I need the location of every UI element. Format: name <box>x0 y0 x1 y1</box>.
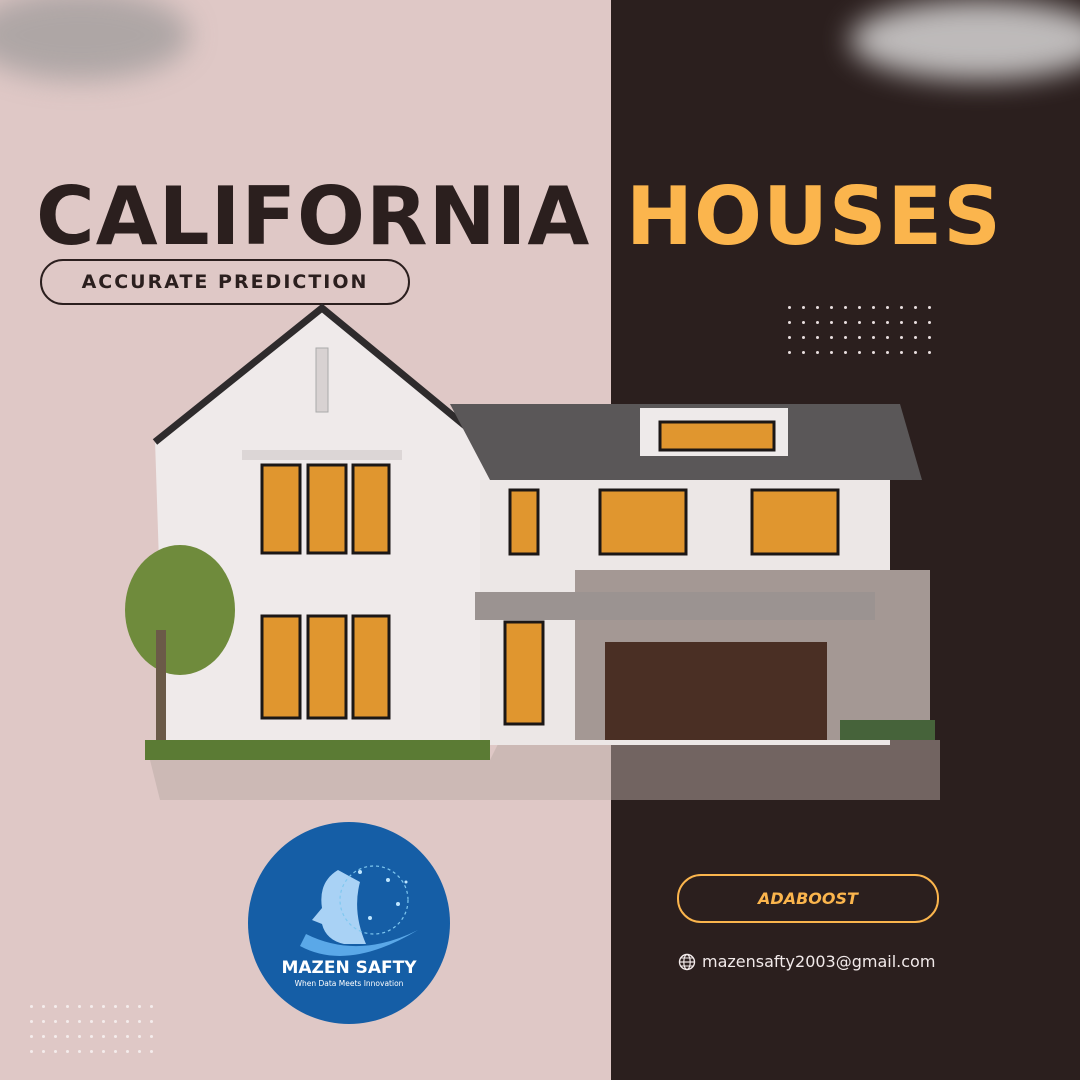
dot <box>126 1020 129 1023</box>
dot <box>78 1035 81 1038</box>
title-california: CALIFORNIA <box>36 170 591 263</box>
dot <box>102 1035 105 1038</box>
dot <box>54 1050 57 1053</box>
logo-name: MAZEN SAFTY <box>281 958 417 978</box>
dot <box>138 1050 141 1053</box>
dot <box>138 1020 141 1023</box>
email-text: mazensafty2003@gmail.com <box>702 952 936 971</box>
dot <box>66 1035 69 1038</box>
house-image <box>125 303 940 800</box>
dot <box>66 1020 69 1023</box>
dot <box>102 1020 105 1023</box>
mazen-safty-logo: MAZEN SAFTY When Data Meets Innovation <box>248 822 450 1024</box>
dot <box>90 1050 93 1053</box>
globe-icon <box>678 953 696 970</box>
dot <box>114 1035 117 1038</box>
dot <box>150 1005 153 1008</box>
dot <box>30 1020 33 1023</box>
dot <box>78 1050 81 1053</box>
dot <box>78 1020 81 1023</box>
dot <box>78 1005 81 1008</box>
dot <box>42 1050 45 1053</box>
dot <box>138 1005 141 1008</box>
dot <box>126 1035 129 1038</box>
dot <box>30 1050 33 1053</box>
dot <box>90 1005 93 1008</box>
dot <box>126 1005 129 1008</box>
dot <box>138 1035 141 1038</box>
dot <box>102 1005 105 1008</box>
dot <box>102 1050 105 1053</box>
dot <box>150 1035 153 1038</box>
accurate-prediction-pill: ACCURATE PREDICTION <box>40 259 410 305</box>
dot <box>30 1005 33 1008</box>
dot <box>42 1005 45 1008</box>
dot-grid-bottom-left <box>30 1005 162 1053</box>
dot <box>90 1035 93 1038</box>
dot <box>114 1005 117 1008</box>
dot <box>54 1005 57 1008</box>
dot <box>54 1020 57 1023</box>
dot <box>42 1020 45 1023</box>
dot <box>54 1035 57 1038</box>
dot <box>90 1020 93 1023</box>
dot <box>150 1020 153 1023</box>
adaboost-pill: ADABOOST <box>677 874 939 923</box>
dot <box>114 1050 117 1053</box>
dot <box>42 1035 45 1038</box>
head-network-icon <box>300 865 418 956</box>
dot <box>30 1035 33 1038</box>
dot <box>150 1050 153 1053</box>
dot <box>66 1050 69 1053</box>
contact-email[interactable]: mazensafty2003@gmail.com <box>678 952 935 971</box>
dot <box>114 1020 117 1023</box>
logo-tagline: When Data Meets Innovation <box>294 979 404 988</box>
dot <box>66 1005 69 1008</box>
dot <box>126 1050 129 1053</box>
title-houses: HOUSES <box>626 170 1002 263</box>
